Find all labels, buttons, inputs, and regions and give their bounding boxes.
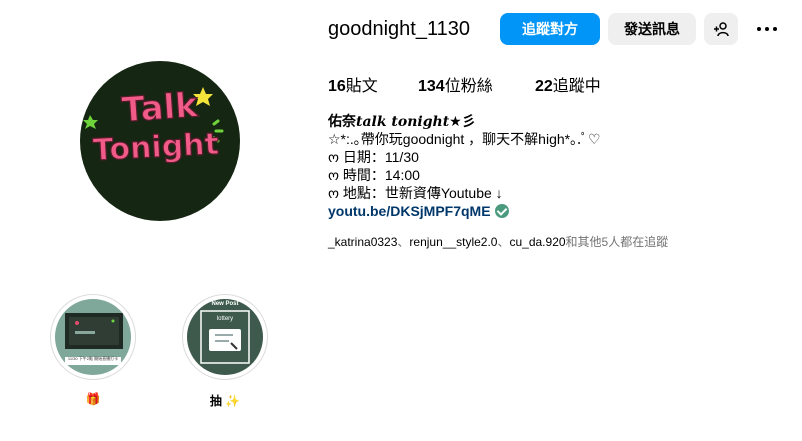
more-dot (765, 27, 769, 31)
bio-link[interactable]: youtu.be/DKSjMPF7qME (328, 202, 509, 220)
highlight-cover-title: New Post (211, 301, 239, 307)
highlight-gift-label: 🎁 (85, 392, 101, 406)
bio-name-suffix: ★彡 (449, 113, 476, 129)
suggest-users-button[interactable] (704, 13, 738, 45)
profile-bio: 佑奈talk tonight★彡 ☆*:.｡帶你玩goodnight ，聊天不解… (328, 112, 768, 220)
username: goodnight_1130 (328, 18, 470, 40)
more-options-button[interactable] (752, 13, 782, 45)
bio-line-time: ო 時間：14:00 (328, 167, 420, 183)
followers-count: 134 (418, 78, 445, 95)
highlight-lottery[interactable]: New Post lottery (182, 294, 268, 380)
highlight-cover-subtitle: lottery (216, 316, 234, 322)
followed-by-sep-2: 、 (497, 235, 510, 249)
followers-stat[interactable]: 134位粉絲 (418, 72, 493, 96)
followed-by-user-1[interactable]: _katrina0323 (328, 235, 397, 249)
bio-name-styled: talk tonight (356, 114, 450, 130)
follow-button[interactable]: 追蹤對方 (500, 13, 600, 45)
bio-link-text: youtu.be/DKSjMPF7qME (328, 203, 491, 219)
profile-header: goodnight_1130 追蹤對方 發送訊息 (328, 12, 802, 48)
link-badge-icon (494, 204, 509, 218)
bio-line-date: ო 日期：11/30 (328, 149, 419, 165)
highlight-cover-art (65, 313, 123, 365)
highlight-lottery-label: 抽 ✨ (209, 394, 241, 408)
bio-line-location: ო 地點：世新資傳Youtube ↓ (328, 185, 503, 201)
posts-stat: 16貼文 (328, 72, 378, 96)
avatar: Talk Tonight (80, 61, 240, 221)
avatar-text-talk: Talk (120, 85, 200, 130)
more-horizontal-icon (757, 27, 761, 31)
profile-avatar[interactable]: Talk Tonight (80, 61, 240, 221)
green-star-icon (83, 115, 98, 129)
highlight-cover-art (200, 310, 250, 364)
avatar-text-tonight: Tonight (92, 127, 220, 169)
followed-by[interactable]: _katrina0323、renjun__style2.0、cu_da.920和… (328, 233, 668, 250)
followers-label: 位粉絲 (444, 78, 493, 95)
highlight-ring: New Post lottery (182, 294, 268, 380)
posts-label: 貼文 (345, 78, 378, 95)
bio-line-tagline: ☆*:.｡帶你玩goodnight ，聊天不解high*｡.ﾟ♡ (328, 131, 601, 147)
followed-by-sep-1: 、 (397, 235, 410, 249)
following-label: 追蹤中 (552, 78, 601, 95)
followed-by-rest: 和其他5人都在追蹤 (565, 235, 669, 249)
highlight-gift[interactable]: 11/30 下午2點 開始直播打卡 (50, 294, 136, 380)
highlight-cover: New Post lottery (187, 299, 263, 375)
profile-page: Talk Tonight goodnight_1130 追蹤對方 發送訊息 16… (0, 0, 802, 441)
avatar-logo: Talk Tonight (83, 85, 224, 169)
add-person-icon (714, 22, 729, 37)
bio-link-row: youtu.be/DKSjMPF7qME (328, 202, 768, 220)
highlight-cover-caption: 11/30 下午2點 開始直播打卡 (67, 356, 119, 361)
following-stat[interactable]: 22追蹤中 (535, 72, 601, 96)
posts-count: 16 (328, 78, 346, 95)
highlight-ring: 11/30 下午2點 開始直播打卡 (50, 294, 136, 380)
bio-name-prefix: 佑奈 (328, 113, 356, 129)
bio-name: 佑奈talk tonight★彡 (328, 112, 768, 130)
followed-by-user-3[interactable]: cu_da.920 (509, 235, 565, 249)
message-button[interactable]: 發送訊息 (608, 13, 696, 45)
following-count: 22 (535, 78, 553, 95)
followed-by-user-2[interactable]: renjun__style2.0 (409, 235, 497, 249)
highlight-cover: 11/30 下午2點 開始直播打卡 (55, 299, 131, 375)
more-dot (773, 27, 777, 31)
